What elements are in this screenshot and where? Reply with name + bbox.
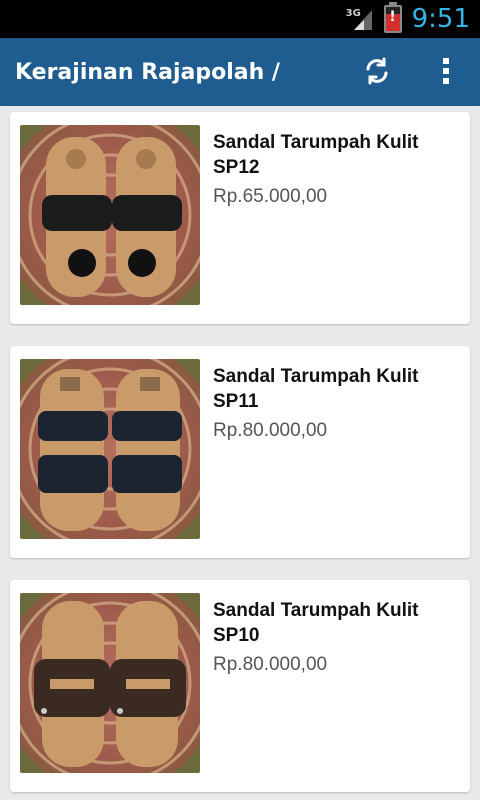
product-name: Sandal Tarumpah Kulit SP10 bbox=[213, 600, 419, 646]
action-bar: Kerajinan Rajapolah / bbox=[0, 38, 480, 106]
product-price: Rp.80.000,00 bbox=[213, 420, 328, 441]
network-type: 3G bbox=[345, 8, 361, 19]
overflow-menu-button[interactable] bbox=[428, 52, 464, 94]
status-bar: 3G ! 9:51 bbox=[0, 0, 480, 38]
product-name: Sandal Tarumpah Kulit SP11 bbox=[213, 366, 419, 412]
product-card[interactable]: Sandal Tarumpah Kulit SP11 Rp.80.000,00 bbox=[10, 346, 470, 558]
product-name: Sandal Tarumpah Kulit SP12 bbox=[213, 132, 419, 178]
product-image bbox=[20, 125, 200, 305]
product-list[interactable]: Sandal Tarumpah Kulit SP12 Rp.65.000,00 bbox=[0, 106, 480, 800]
status-icons: 3G ! 9:51 bbox=[346, 0, 470, 38]
signal-icon: 3G bbox=[346, 6, 374, 32]
product-price: Rp.80.000,00 bbox=[213, 654, 328, 675]
product-card[interactable]: Sandal Tarumpah Kulit SP10 Rp.80.000,00 bbox=[10, 580, 470, 792]
more-vert-icon bbox=[442, 57, 450, 89]
product-price: Rp.65.000,00 bbox=[213, 186, 328, 207]
battery-icon: ! bbox=[383, 2, 402, 33]
refresh-icon bbox=[363, 57, 391, 89]
product-image bbox=[20, 359, 200, 539]
product-image bbox=[20, 593, 200, 773]
status-clock: 9:51 bbox=[411, 4, 470, 34]
app-title[interactable]: Kerajinan Rajapolah / bbox=[15, 38, 280, 106]
product-card[interactable]: Sandal Tarumpah Kulit SP12 Rp.65.000,00 bbox=[10, 112, 470, 324]
refresh-button[interactable] bbox=[356, 52, 398, 94]
